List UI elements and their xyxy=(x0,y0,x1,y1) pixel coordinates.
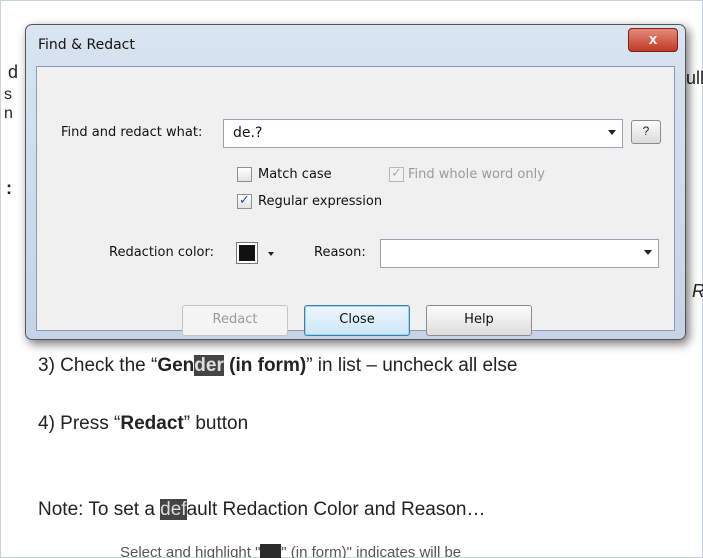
regex-label: Regular expression xyxy=(258,194,383,209)
match-case-checkbox[interactable] xyxy=(237,167,252,182)
dialog-body: Find and redact what: de.? ? Match case … xyxy=(36,66,675,336)
find-redact-dialog: Find & Redact x Find and redact what: de… xyxy=(25,24,686,340)
doc-cut-line: Select and highlight "def" (in form)" in… xyxy=(120,544,461,558)
step3-bold2: (in form) xyxy=(223,355,307,376)
color-dropdown-arrow-icon[interactable] xyxy=(268,252,274,256)
doc-note: Note: To set a default Redaction Color a… xyxy=(38,499,486,521)
check-icon: ✓ xyxy=(239,192,250,207)
dialog-title: Find & Redact xyxy=(38,37,135,53)
step4-prefix: 4) Press “ xyxy=(38,413,121,434)
doc-fragment-left-2: s xyxy=(4,86,12,103)
document-page: d s n : ull R 3) Check the “Gender (in f… xyxy=(0,0,703,558)
doc-fragment-left-3: n xyxy=(4,105,13,122)
note-prefix: Note: To set a xyxy=(38,499,161,520)
redaction-color-label: Redaction color: xyxy=(109,245,215,260)
doc-step-3: 3) Check the “Gender (in form)” in list … xyxy=(38,355,517,377)
whole-word-label: Find whole word only xyxy=(408,167,545,182)
step3-suffix: ” in list – uncheck all else xyxy=(306,355,518,376)
find-input[interactable]: de.? xyxy=(223,119,623,148)
cut-highlight: def xyxy=(260,544,282,558)
redaction-color-swatch[interactable] xyxy=(236,242,258,264)
regex-checkbox[interactable]: ✓ xyxy=(237,192,252,209)
doc-fragment-right-2: R xyxy=(692,281,703,302)
cut-prefix: Select and highlight " xyxy=(120,544,261,558)
close-window-button[interactable]: x xyxy=(628,28,678,52)
find-label: Find and redact what: xyxy=(61,125,203,140)
doc-fragment-left-1: d xyxy=(8,62,19,82)
reason-select[interactable] xyxy=(380,239,659,268)
match-case-label: Match case xyxy=(258,167,332,182)
step3-bold1: Gen xyxy=(157,355,195,376)
redact-button[interactable]: Redact xyxy=(182,305,288,336)
reason-dropdown-arrow-icon[interactable] xyxy=(644,250,652,255)
note-suffix: ault Redaction Color and Reason… xyxy=(186,499,486,520)
help-question-button[interactable]: ? xyxy=(631,120,661,144)
doc-fragment-right-1: ull xyxy=(686,68,703,88)
step3-prefix: 3) Check the “ xyxy=(38,355,158,376)
find-value: de.? xyxy=(233,125,263,141)
close-icon: x xyxy=(648,31,658,48)
step4-suffix: ” button xyxy=(183,413,249,434)
note-highlight: def xyxy=(160,499,187,520)
reason-label: Reason: xyxy=(314,245,366,260)
find-dropdown-arrow-icon[interactable] xyxy=(608,130,616,135)
doc-fragment-left-4: : xyxy=(6,178,12,198)
whole-word-checkbox[interactable]: ✓ xyxy=(389,165,404,182)
step3-highlight: der xyxy=(194,355,224,376)
help-button[interactable]: Help xyxy=(426,305,532,336)
cut-suffix: " (in form)" indicates will be xyxy=(281,544,462,558)
doc-step-4: 4) Press “Redact” button xyxy=(38,413,248,435)
check-icon: ✓ xyxy=(391,165,402,180)
step4-bold: Redact xyxy=(120,413,184,434)
close-button[interactable]: Close xyxy=(304,305,410,336)
